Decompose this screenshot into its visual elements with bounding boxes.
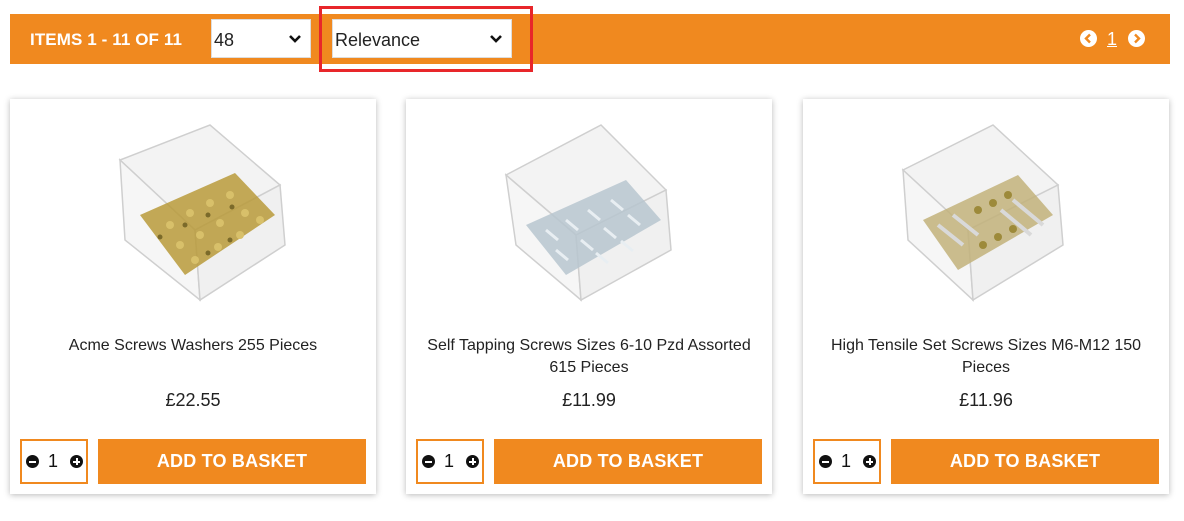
plus-icon[interactable] <box>466 455 479 468</box>
add-to-basket-button[interactable]: ADD TO BASKET <box>891 439 1159 484</box>
chevron-right-icon <box>1134 33 1141 44</box>
quantity-value[interactable]: 1 <box>46 451 60 472</box>
product-title-line-2: Pieces <box>961 359 1011 376</box>
product-title[interactable]: Self Tapping Screws Sizes 6-10 Pzd Assor… <box>416 335 762 379</box>
next-page-button[interactable] <box>1128 30 1145 47</box>
chevron-left-icon <box>1084 33 1091 44</box>
product-title-line-1: High Tensile Set Screws Sizes M6-M12 150 <box>830 337 1142 354</box>
quantity-stepper[interactable]: 1 <box>416 439 484 484</box>
product-price: £22.55 <box>165 390 221 410</box>
plus-icon[interactable] <box>863 455 876 468</box>
items-count: ITEMS 1 - 11 OF 11 <box>30 30 183 49</box>
product-title-line-1: Self Tapping Screws Sizes 6-10 Pzd Assor… <box>427 337 751 354</box>
add-to-basket-button[interactable]: ADD TO BASKET <box>494 439 762 484</box>
chevron-down-icon <box>289 35 301 43</box>
product-card: High Tensile Set Screws Sizes M6-M12 150… <box>803 99 1169 494</box>
minus-icon[interactable] <box>26 455 39 468</box>
plus-icon[interactable] <box>70 455 83 468</box>
previous-page-button[interactable] <box>1080 30 1097 47</box>
product-title-line-2: 615 Pieces <box>549 359 629 376</box>
product-image[interactable] <box>100 115 290 305</box>
listing-toolbar: ITEMS 1 - 11 OF 11 48 Relevance 1 <box>10 14 1170 64</box>
product-title[interactable]: High Tensile Set Screws Sizes M6-M12 150… <box>813 335 1159 379</box>
product-price: £11.96 <box>959 390 1013 410</box>
quantity-value[interactable]: 1 <box>839 451 853 472</box>
quantity-value[interactable]: 1 <box>442 451 456 472</box>
product-image[interactable] <box>496 115 686 305</box>
product-card: Acme Screws Washers 255 Pieces £22.55 1 … <box>10 99 376 494</box>
page-number-link[interactable]: 1 <box>1107 29 1117 50</box>
minus-icon[interactable] <box>422 455 435 468</box>
quantity-stepper[interactable]: 1 <box>20 439 88 484</box>
product-price: £11.99 <box>562 390 616 410</box>
per-page-value: 48 <box>214 30 235 50</box>
sort-highlight-box <box>319 6 533 72</box>
product-title-line-1: Acme Screws Washers 255 Pieces <box>68 337 318 354</box>
product-card: Self Tapping Screws Sizes 6-10 Pzd Assor… <box>406 99 772 494</box>
per-page-select[interactable]: 48 <box>211 19 311 58</box>
minus-icon[interactable] <box>819 455 832 468</box>
add-to-basket-button[interactable]: ADD TO BASKET <box>98 439 366 484</box>
product-image[interactable] <box>893 115 1083 305</box>
quantity-stepper[interactable]: 1 <box>813 439 881 484</box>
product-title[interactable]: Acme Screws Washers 255 Pieces <box>20 335 366 357</box>
